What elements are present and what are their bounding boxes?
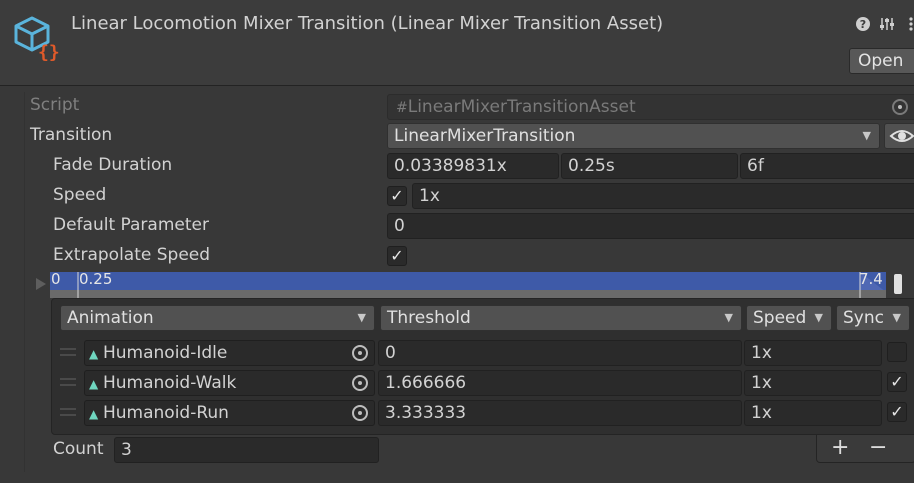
play-marker-icon xyxy=(36,278,46,290)
speed-field[interactable]: 1x xyxy=(744,400,882,426)
transition-label: Transition xyxy=(30,125,113,145)
animation-clip-field[interactable]: ▲ Humanoid-Walk xyxy=(84,370,375,396)
inspector-title: Linear Locomotion Mixer Transition (Line… xyxy=(71,13,664,34)
count-field[interactable]: 3 xyxy=(114,437,379,463)
threshold-column-header[interactable]: Threshold ▼ xyxy=(380,305,742,331)
remove-button[interactable]: − xyxy=(869,435,887,460)
threshold-field[interactable]: 0 xyxy=(378,340,742,366)
eye-icon xyxy=(889,130,914,142)
indent-guide xyxy=(24,92,25,472)
sync-checkbox[interactable]: ✓ xyxy=(887,402,907,422)
transition-type-dropdown[interactable]: LinearMixerTransition ▼ xyxy=(387,123,880,149)
extrapolate-speed-checkbox[interactable]: ✓ xyxy=(387,246,407,266)
list-footer: + − xyxy=(816,435,914,463)
animation-column-header[interactable]: Animation ▼ xyxy=(60,305,375,331)
drag-handle-icon[interactable] xyxy=(60,408,76,416)
chevron-down-icon: ▼ xyxy=(862,129,871,142)
sync-column-header[interactable]: Sync ▼ xyxy=(836,305,910,331)
chevron-down-icon: ▼ xyxy=(724,311,733,324)
fade-frames-field[interactable]: 6f xyxy=(740,153,914,179)
default-parameter-label: Default Parameter xyxy=(53,215,209,235)
sync-checkbox[interactable]: ✓ xyxy=(887,372,907,392)
speed-checkbox[interactable]: ✓ xyxy=(387,186,407,206)
sliders-icon[interactable] xyxy=(878,16,896,34)
chevron-down-icon: ▼ xyxy=(892,311,901,324)
timeline-end-label: 7.4 xyxy=(859,270,883,288)
speed-field[interactable]: 1x xyxy=(744,340,882,366)
chevron-down-icon: ▼ xyxy=(814,311,823,324)
script-label: Script xyxy=(30,95,80,115)
timeline-fade-label: 0.25 xyxy=(79,270,113,288)
timeline-fill xyxy=(50,272,886,292)
object-picker-icon[interactable] xyxy=(352,405,368,421)
animation-clip-field[interactable]: ▲ Humanoid-Run xyxy=(84,400,375,426)
checkmark-icon: ✓ xyxy=(390,246,404,265)
animation-clip-field[interactable]: ▲ Humanoid-Idle xyxy=(84,340,375,366)
object-picker-icon[interactable] xyxy=(352,375,368,391)
fade-seconds-field[interactable]: 0.25s xyxy=(561,153,738,179)
fade-duration-label: Fade Duration xyxy=(53,155,173,175)
checkmark-icon: ✓ xyxy=(890,372,904,391)
asset-icon: {} xyxy=(14,16,60,63)
speed-column-header[interactable]: Speed ▼ xyxy=(746,305,832,331)
count-label: Count xyxy=(53,439,104,459)
preview-toggle-button[interactable] xyxy=(884,123,914,149)
fade-normalized-field[interactable]: 0.03389831x xyxy=(387,153,559,179)
event-marker-icon[interactable] xyxy=(894,274,902,294)
add-button[interactable]: + xyxy=(831,435,849,460)
checkmark-icon: ✓ xyxy=(890,402,904,421)
default-parameter-field[interactable]: 0 xyxy=(387,213,914,239)
script-field: #LinearMixerTransitionAsset xyxy=(387,94,914,120)
threshold-field[interactable]: 1.666666 xyxy=(378,370,742,396)
threshold-field[interactable]: 3.333333 xyxy=(378,400,742,426)
animation-clip-icon: ▲ xyxy=(89,377,99,391)
speed-field[interactable]: 1x xyxy=(412,183,914,209)
open-button[interactable]: Open xyxy=(849,48,914,74)
checkmark-icon: ✓ xyxy=(390,186,404,205)
sync-checkbox[interactable] xyxy=(887,342,907,362)
speed-label: Speed xyxy=(53,185,107,205)
kebab-icon[interactable] xyxy=(902,16,914,34)
svg-text:{}: {} xyxy=(38,42,60,63)
drag-handle-icon[interactable] xyxy=(60,348,76,356)
chevron-down-icon: ▼ xyxy=(357,311,366,324)
object-picker-icon xyxy=(892,99,908,115)
timeline-start-label: 0 xyxy=(51,270,61,288)
extrapolate-speed-label: Extrapolate Speed xyxy=(53,245,211,265)
animation-clip-icon: ▲ xyxy=(89,347,99,361)
timeline-track xyxy=(50,290,886,298)
inspector-header: {} Linear Locomotion Mixer Transition (L… xyxy=(0,0,914,86)
question-icon[interactable]: ? xyxy=(854,16,872,34)
fade-timeline[interactable] xyxy=(34,270,914,300)
drag-handle-icon[interactable] xyxy=(60,378,76,386)
animation-clip-icon: ▲ xyxy=(89,407,99,421)
object-picker-icon[interactable] xyxy=(352,345,368,361)
script-file-icon: # xyxy=(396,100,408,116)
svg-text:?: ? xyxy=(860,18,866,31)
speed-field[interactable]: 1x xyxy=(744,370,882,396)
